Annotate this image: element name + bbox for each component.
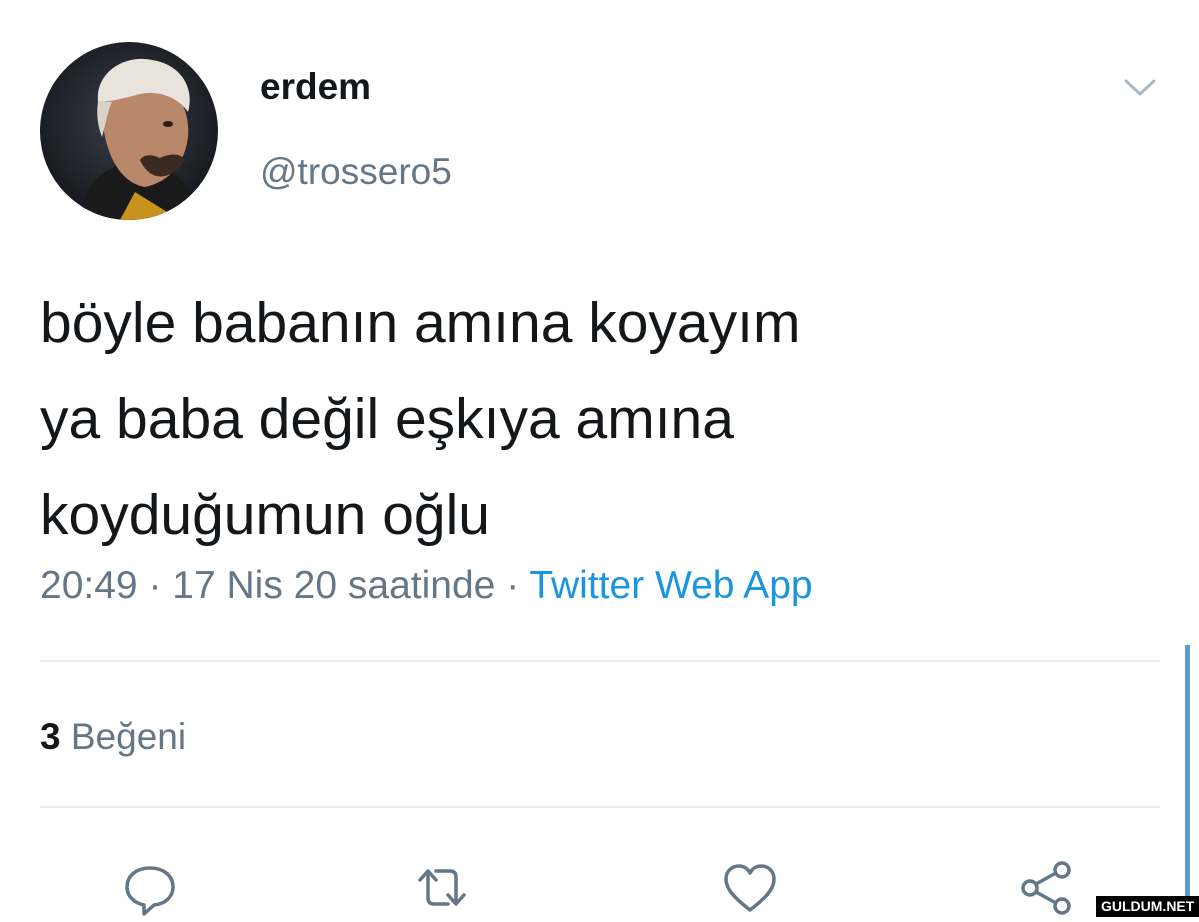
author-handle[interactable]: @trossero5	[260, 151, 452, 193]
divider	[40, 660, 1160, 662]
retweet-button[interactable]	[412, 858, 472, 917]
retweet-icon	[418, 869, 466, 906]
divider	[40, 806, 1160, 808]
avatar-image	[40, 42, 218, 220]
watermark-logo: GULDUM.NET	[1096, 896, 1199, 917]
share-icon	[1021, 861, 1071, 915]
author-display-name[interactable]: erdem	[260, 66, 371, 108]
tweet-date[interactable]: 17 Nis 20 saatinde	[172, 564, 495, 607]
tweet-source-link[interactable]: Twitter Web App	[529, 564, 812, 607]
likes-label: Beğeni	[70, 716, 187, 757]
tweet-text-line: ya baba değil eşkıya amına	[40, 387, 734, 451]
avatar[interactable]	[40, 42, 218, 220]
meta-separator: ·	[506, 564, 520, 607]
likes-stat[interactable]: 3 Beğeni	[40, 716, 186, 758]
scrollbar[interactable]	[1185, 645, 1190, 917]
like-icon	[724, 864, 776, 912]
tweet-text: böyle babanın amına koyayım ya baba deği…	[40, 275, 1140, 563]
chevron-down-icon[interactable]	[1120, 76, 1160, 100]
like-button[interactable]	[720, 858, 780, 917]
tweet-meta: 20:49 · 17 Nis 20 saatinde · Twitter Web…	[40, 564, 813, 608]
tweet-time[interactable]: 20:49	[40, 564, 138, 607]
share-button[interactable]	[1018, 858, 1078, 917]
meta-separator: ·	[148, 564, 162, 607]
tweet-text-line: böyle babanın amına koyayım	[40, 291, 801, 355]
tweet-text-line: koyduğumun oğlu	[40, 483, 490, 547]
reply-button[interactable]	[120, 858, 180, 917]
likes-count: 3	[40, 716, 61, 757]
reply-icon	[125, 866, 175, 916]
